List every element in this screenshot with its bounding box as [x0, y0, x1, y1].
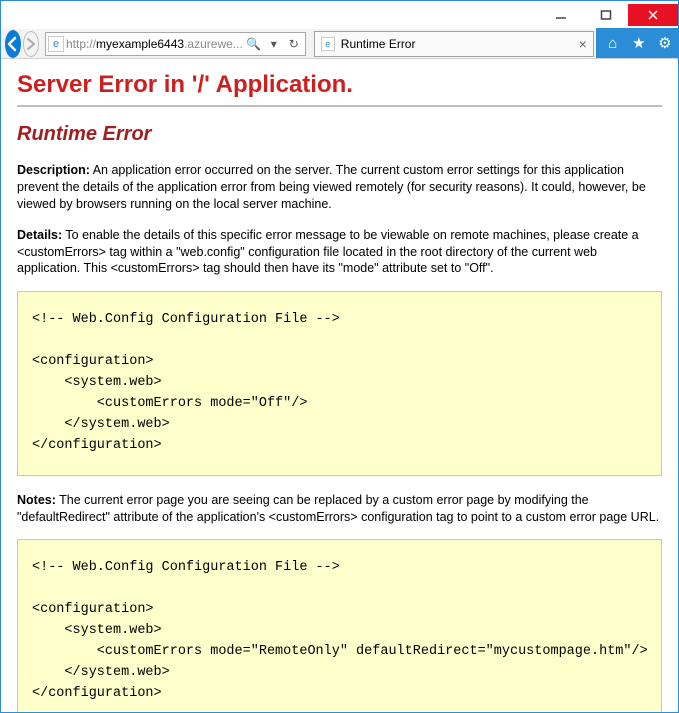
- window-titlebar: [1, 1, 678, 29]
- description-paragraph: Description: An application error occurr…: [17, 162, 662, 213]
- notes-label: Notes:: [17, 493, 56, 507]
- browser-toolbar-right: ⌂ ★ ⚙: [596, 28, 679, 58]
- address-url: http://myexample6443.azurewe...: [66, 37, 243, 51]
- tab-title: Runtime Error: [341, 37, 573, 51]
- dropdown-icon[interactable]: ▾: [265, 37, 283, 51]
- window-close-button[interactable]: [628, 4, 678, 26]
- back-button[interactable]: [5, 30, 21, 58]
- notes-text: The current error page you are seeing ca…: [17, 493, 659, 524]
- tab-favicon-icon: e: [321, 37, 335, 51]
- details-label: Details:: [17, 228, 62, 242]
- code-block-2: <!-- Web.Config Configuration File --> <…: [17, 539, 662, 712]
- ie-favicon-icon: e: [48, 36, 64, 52]
- forward-button[interactable]: [23, 31, 39, 57]
- error-subtitle: Runtime Error: [17, 123, 662, 146]
- divider: [17, 105, 662, 107]
- address-bar[interactable]: e http://myexample6443.azurewe... 🔍 ▾ ↻: [45, 32, 306, 56]
- browser-navbar: e http://myexample6443.azurewe... 🔍 ▾ ↻ …: [1, 29, 678, 59]
- browser-tab[interactable]: e Runtime Error ×: [314, 31, 594, 57]
- page-content: Server Error in '/' Application. Runtime…: [1, 59, 678, 712]
- tab-close-icon[interactable]: ×: [579, 36, 587, 52]
- favorites-icon[interactable]: ★: [630, 34, 648, 52]
- page-title: Server Error in '/' Application.: [17, 71, 662, 99]
- description-text: An application error occurred on the ser…: [17, 163, 646, 211]
- details-text: To enable the details of this specific e…: [17, 228, 639, 276]
- refresh-icon[interactable]: ↻: [285, 37, 303, 51]
- description-label: Description:: [17, 163, 90, 177]
- notes-paragraph: Notes: The current error page you are se…: [17, 492, 662, 526]
- gear-icon[interactable]: ⚙: [656, 34, 674, 52]
- search-icon[interactable]: 🔍: [245, 37, 263, 51]
- code-block-1: <!-- Web.Config Configuration File --> <…: [17, 291, 662, 475]
- window-minimize-button[interactable]: [538, 4, 583, 26]
- home-icon[interactable]: ⌂: [604, 35, 622, 52]
- details-paragraph: Details: To enable the details of this s…: [17, 227, 662, 278]
- window-maximize-button[interactable]: [583, 4, 628, 26]
